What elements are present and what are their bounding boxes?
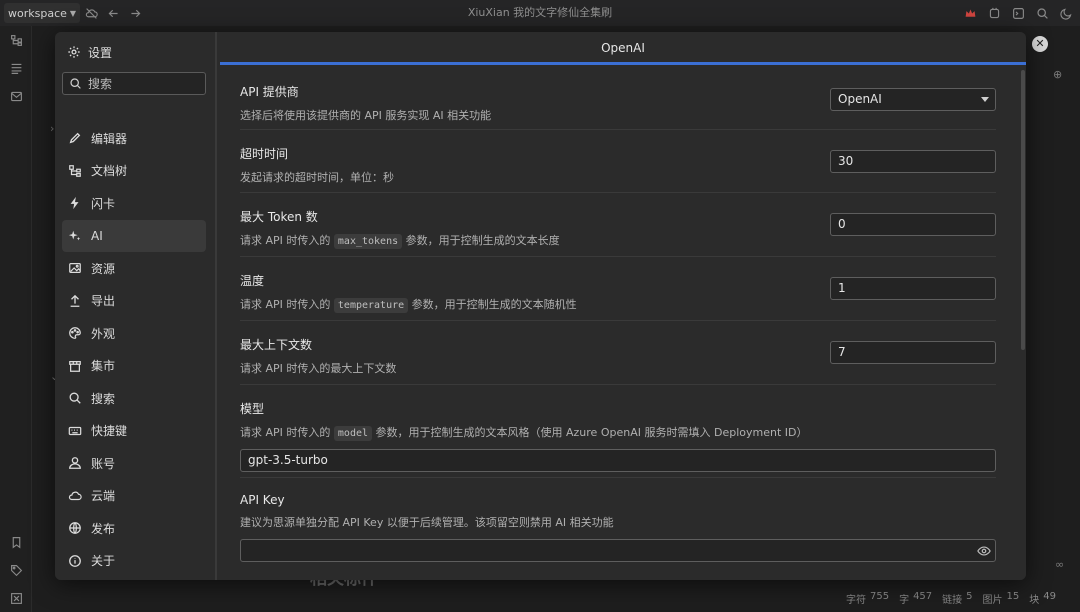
nav-item-doctree[interactable]: 文档树 xyxy=(62,155,206,188)
nav-item-flashcard[interactable]: 闪卡 xyxy=(62,187,206,220)
chevron-down-icon: ▼ xyxy=(69,8,77,18)
more-icon: ⊕ xyxy=(1053,68,1063,81)
setting-model: 模型 请求 API 时传入的 model 参数，用于控制生成的文本风格（使用 A… xyxy=(240,385,996,478)
nav-item-about[interactable]: 关于 xyxy=(62,545,206,578)
forward-arrow-icon[interactable] xyxy=(124,2,146,24)
file-tree-icon[interactable] xyxy=(0,26,32,54)
info-icon xyxy=(69,554,81,567)
tag-icon[interactable] xyxy=(0,556,32,584)
nav-item-bazaar[interactable]: 集市 xyxy=(62,350,206,383)
image-icon xyxy=(69,263,81,274)
gear-icon xyxy=(68,46,80,58)
outline-icon[interactable] xyxy=(0,54,32,82)
window-title: XiuXian 我的文字修仙全集刷 xyxy=(467,6,613,19)
sparkle-icon xyxy=(68,230,81,241)
scrollbar-thumb[interactable] xyxy=(1021,70,1025,350)
user-icon xyxy=(69,457,81,470)
search-icon xyxy=(70,78,81,89)
close-icon[interactable]: ✕ xyxy=(1032,36,1048,52)
model-input[interactable]: gpt-3.5-turbo xyxy=(240,449,996,472)
param-code: temperature xyxy=(333,298,409,313)
settings-nav-list: 编辑器 文档树 闪卡 AI 资源 导出 外观 集市 搜索 快捷键 账号 云端 发… xyxy=(62,122,206,577)
setting-max-contexts: 最大上下文数 请求 API 时传入的最大上下文数 7 xyxy=(240,321,996,385)
settings-nav: 设置 编辑器 文档树 闪卡 AI 资 xyxy=(55,32,217,580)
status-chars: 字符 755 xyxy=(845,591,890,606)
ai-settings-panel: OpenAI API 提供商 选择后将使用该提供商的 API 服务实现 AI 相… xyxy=(220,32,1026,580)
keyboard-icon xyxy=(68,426,82,435)
timeout-input[interactable]: 30 xyxy=(830,150,996,173)
api-key-input[interactable] xyxy=(240,539,996,562)
settings-search[interactable] xyxy=(62,72,206,95)
panel-body: API 提供商 选择后将使用该提供商的 API 服务实现 AI 相关功能 Ope… xyxy=(220,68,1020,580)
nav-item-appearance[interactable]: 外观 xyxy=(62,317,206,350)
workspace-label: workspace xyxy=(8,6,67,20)
chevron-down-icon xyxy=(981,97,989,102)
setting-max-tokens: 最大 Token 数 请求 API 时传入的 max_tokens 参数，用于控… xyxy=(240,193,996,257)
param-code: max_tokens xyxy=(333,234,403,249)
workspace-button[interactable]: workspace ▼ xyxy=(4,3,81,23)
setting-provider: API 提供商 选择后将使用该提供商的 API 服务实现 AI 相关功能 Ope… xyxy=(240,68,996,130)
tree-icon xyxy=(69,164,81,177)
max-contexts-input[interactable]: 7 xyxy=(830,341,996,364)
nav-item-cloud[interactable]: 云端 xyxy=(62,480,206,513)
status-images: 图片 15 xyxy=(982,591,1020,606)
inbox-icon[interactable] xyxy=(0,82,32,110)
status-bar: 字符 755 字 457 链接 5 图片 15 块 49 xyxy=(846,591,1056,606)
nav-item-ai[interactable]: AI xyxy=(62,219,206,252)
store-icon xyxy=(69,360,81,372)
search-icon xyxy=(69,392,81,404)
provider-select[interactable]: OpenAI xyxy=(830,88,996,111)
pencil-icon xyxy=(69,132,81,144)
status-blocks: 块 49 xyxy=(1029,591,1056,606)
eye-icon[interactable] xyxy=(977,544,991,558)
palette-icon xyxy=(69,327,81,340)
globe-icon xyxy=(69,522,81,535)
search-icon[interactable] xyxy=(1030,2,1054,24)
bookmark-icon[interactable] xyxy=(0,528,32,556)
collapse-icon: › xyxy=(50,122,55,135)
nav-item-account[interactable]: 账号 xyxy=(62,447,206,480)
expand-icon[interactable] xyxy=(0,584,32,612)
nav-item-export[interactable]: 导出 xyxy=(62,285,206,318)
export-icon xyxy=(70,294,80,307)
nav-item-assets[interactable]: 资源 xyxy=(62,252,206,285)
nav-item-search[interactable]: 搜索 xyxy=(62,382,206,415)
panel-scrollbar[interactable] xyxy=(1020,68,1026,580)
status-words: 字 457 xyxy=(899,591,933,606)
nav-item-publish[interactable]: 发布 xyxy=(62,512,206,545)
cloud-icon xyxy=(68,491,82,500)
nav-item-editor[interactable]: 编辑器 xyxy=(62,122,206,155)
max-tokens-input[interactable]: 0 xyxy=(830,213,996,236)
setting-api-key: API Key 建议为思源单独分配 API Key 以便于后续管理。该项留空则禁… xyxy=(240,478,996,570)
link-icon: ∞ xyxy=(1055,558,1065,571)
panel-title: OpenAI xyxy=(220,32,1026,65)
left-dock xyxy=(0,26,32,612)
mode-icon[interactable] xyxy=(1006,2,1030,24)
plugin-icon[interactable] xyxy=(982,2,1006,24)
title-bar: workspace ▼ XiuXian 我的文字修仙全集刷 xyxy=(0,0,1080,26)
flash-icon xyxy=(70,197,79,210)
moon-icon[interactable] xyxy=(1054,2,1078,24)
status-links: 链接 5 xyxy=(942,591,973,606)
cloud-sync-icon[interactable] xyxy=(80,2,102,24)
setting-temperature: 温度 请求 API 时传入的 temperature 参数，用于控制生成的文本随… xyxy=(240,257,996,321)
settings-search-input[interactable] xyxy=(88,76,198,91)
param-code: model xyxy=(333,426,373,441)
settings-title: 设置 xyxy=(67,44,112,60)
temperature-input[interactable]: 1 xyxy=(830,277,996,300)
settings-dialog: 设置 编辑器 文档树 闪卡 AI 资 xyxy=(55,32,1026,580)
back-arrow-icon[interactable] xyxy=(102,2,124,24)
nav-item-keymap[interactable]: 快捷键 xyxy=(62,415,206,448)
crown-icon[interactable] xyxy=(958,2,982,24)
setting-timeout: 超时时间 发起请求的超时时间，单位：秒 30 xyxy=(240,130,996,193)
